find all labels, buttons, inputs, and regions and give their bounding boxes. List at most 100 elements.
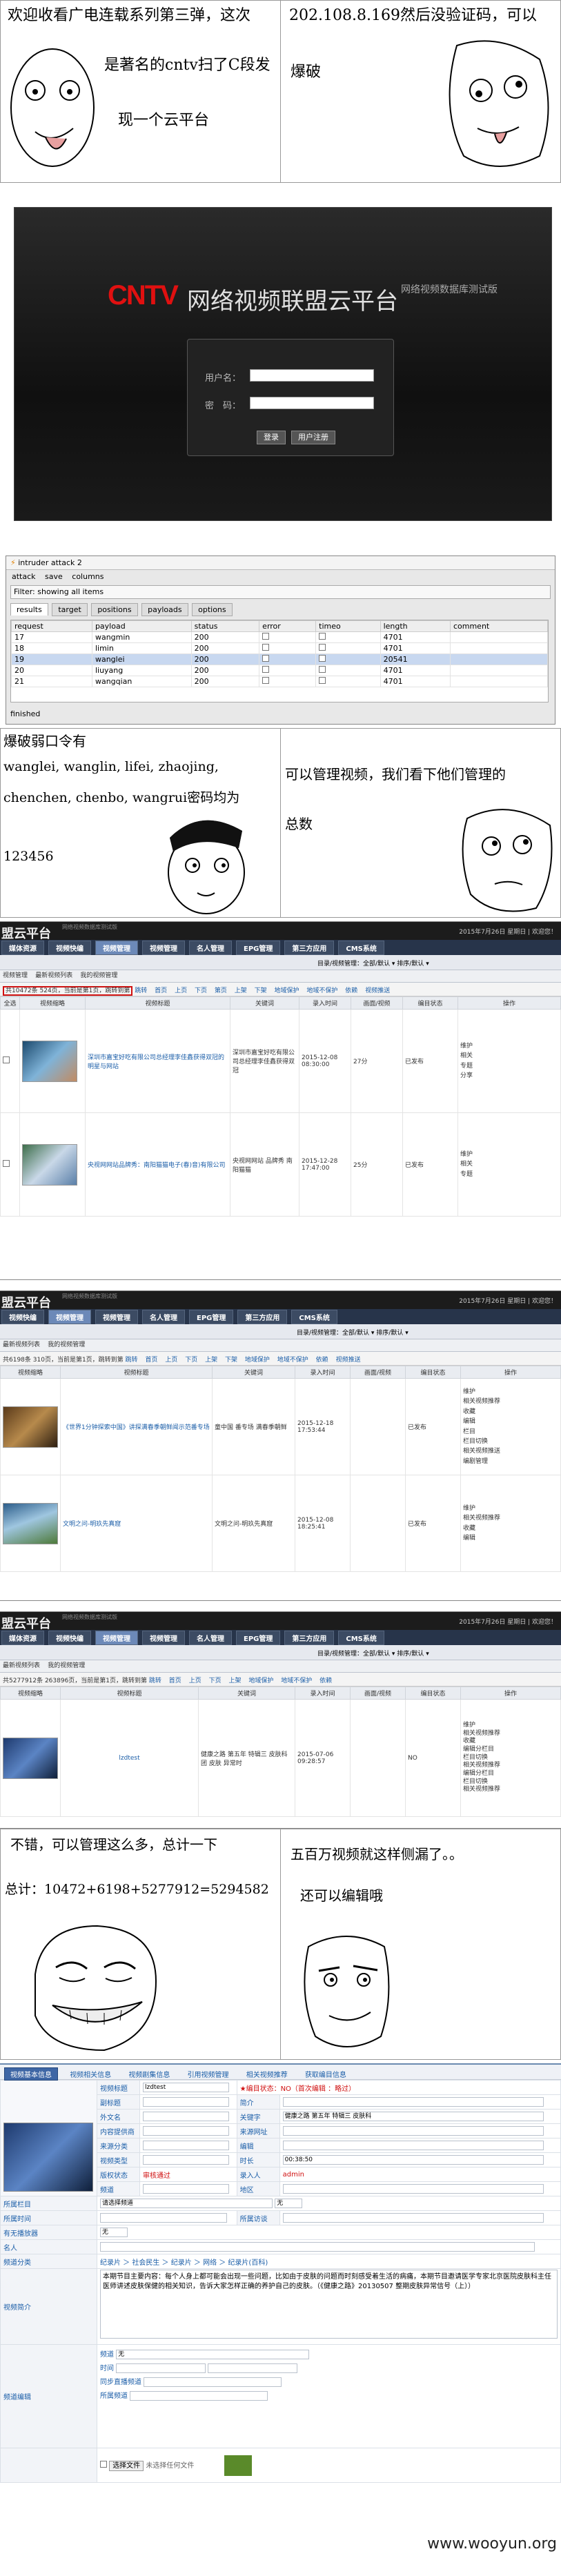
tab-reference-manage[interactable]: 引用视频管理 — [182, 2068, 235, 2080]
op-edit-column[interactable]: 编辑分栏目 — [463, 1746, 558, 1754]
program-sync-input[interactable] — [144, 2377, 282, 2387]
pager-jump[interactable]: 跳转 — [126, 1357, 138, 1364]
tab-related-info[interactable]: 视频相关信息 — [64, 2068, 117, 2080]
program-time-start[interactable] — [116, 2363, 206, 2373]
password-input[interactable] — [250, 397, 374, 409]
op-share[interactable]: 分享 — [460, 1071, 558, 1081]
op-column-switch[interactable]: 栏目切换 — [463, 1437, 558, 1446]
op-column-switch[interactable]: 栏目切换 — [463, 1754, 558, 1762]
cms-filter-text[interactable]: 目录/视频管理：全部/默认 ▾ 排序/默认 ▾ — [317, 1649, 429, 1658]
nav-cms[interactable]: CMS系统 — [291, 1309, 337, 1324]
menu-columns[interactable]: columns — [72, 572, 104, 581]
op-maintain[interactable]: 维护 — [460, 1041, 558, 1051]
nav-cms[interactable]: CMS系统 — [338, 1630, 384, 1645]
tab-options[interactable]: options — [192, 603, 233, 616]
username-input[interactable] — [250, 369, 374, 382]
video-preview[interactable] — [3, 2123, 93, 2192]
nav-quickedit[interactable]: 视频快编 — [1, 1309, 44, 1324]
op-favorite[interactable]: 收藏 — [463, 1524, 558, 1533]
op-related-3[interactable]: 相关视频推荐 — [463, 1786, 558, 1794]
tab-basic-info[interactable]: 视频基本信息 — [4, 2067, 58, 2081]
pager-push[interactable]: 视频推送 — [365, 987, 390, 994]
title-input[interactable]: lzdtest — [143, 2083, 230, 2092]
register-button[interactable]: 用户注册 — [291, 431, 335, 444]
rating-select[interactable]: 无 — [100, 2228, 128, 2237]
video-title[interactable]: 《世界1分钟探索中国》讲探满春季朝鲜闻示范番专场 — [60, 1378, 213, 1475]
nav-cms[interactable]: CMS系统 — [338, 940, 384, 955]
video-thumbnail[interactable] — [3, 1406, 58, 1448]
nav-video-manage-2[interactable]: 视频管理 — [142, 940, 185, 955]
pager-region-unprotect[interactable]: 地域不保护 — [306, 987, 337, 994]
tab-latest-videos[interactable]: 最新视频列表 — [3, 1662, 40, 1669]
area-input[interactable] — [282, 2184, 544, 2194]
keyword-input[interactable]: 健康之路 第五年 特辑三 皮肤科 — [282, 2112, 544, 2121]
op-edit-column-2[interactable]: 编辑分栏目 — [463, 1770, 558, 1778]
cms-filter-text[interactable]: 目录/视频管理：全部/默认 ▾ 排序/默认 ▾ — [297, 1328, 409, 1337]
tab-my-videos[interactable]: 我的视频管理 — [48, 1662, 85, 1669]
op-editor-manage[interactable]: 编剧管理 — [463, 1457, 558, 1466]
table-row[interactable]: 20 liuyang 200 4701 — [11, 665, 549, 676]
tab-payloads[interactable]: payloads — [141, 603, 188, 616]
visitor-input[interactable] — [282, 2213, 544, 2223]
tab-my-videos[interactable]: 我的视频管理 — [80, 972, 117, 979]
table-row[interactable]: lzdtest 健康之路 第五年 特辑三 皮肤科团 皮肤 异常时 2015-07… — [0, 1699, 561, 1817]
op-push[interactable]: 相关视频推送 — [463, 1446, 558, 1456]
table-row[interactable]: 《世界1分钟探索中国》讲探满春季朝鲜闻示范番专场 童中国 番专场 满春季朝鲜 2… — [0, 1378, 561, 1475]
col-select-all[interactable]: 全选 — [0, 996, 20, 1010]
op-maintain[interactable]: 维护 — [463, 1387, 558, 1397]
op-column[interactable]: 栏目 — [463, 1427, 558, 1437]
pager-shelf-down[interactable]: 下架 — [225, 1357, 237, 1364]
pager-shelf-up[interactable]: 上架 — [205, 1357, 217, 1364]
pager-depend[interactable]: 依赖 — [345, 987, 357, 994]
tab-recommend[interactable]: 相关视频推荐 — [241, 2068, 293, 2080]
nav-video-manage[interactable]: 视频管理 — [95, 940, 138, 955]
pager-prev[interactable]: 上页 — [189, 1678, 201, 1684]
source-cat-input[interactable] — [143, 2141, 230, 2150]
nav-video-manage[interactable]: 视频管理 — [95, 1630, 138, 1645]
nav-quickedit[interactable]: 视频快编 — [48, 1630, 91, 1645]
table-row[interactable]: 深圳市嘉宝好吃有限公司总经理李佳鑫获得双冠的明星与网站 深圳市嘉宝好吃有限公司总… — [0, 1009, 561, 1113]
nav-third-party[interactable]: 第三方应用 — [237, 1309, 288, 1324]
op-related[interactable]: 相关视频推荐 — [463, 1397, 558, 1406]
program-channel-select[interactable]: 无 — [116, 2350, 310, 2359]
pager-depend[interactable]: 依赖 — [316, 1357, 328, 1364]
summary-textarea[interactable]: 本期节目主要内容：每个人身上都可能会出现一些问题，比如由于皮肤的问题而时刻感受着… — [100, 2270, 558, 2339]
choose-file-button[interactable]: 选择文件 — [109, 2460, 144, 2471]
pager-prev[interactable]: 上页 — [165, 1357, 177, 1364]
upload-checkbox[interactable] — [100, 2460, 107, 2468]
checkbox[interactable] — [3, 1160, 10, 1167]
tab-get-catalog[interactable]: 获取编目信息 — [299, 2068, 352, 2080]
pager-region-unprotect[interactable]: 地域不保护 — [277, 1357, 308, 1364]
pager-next[interactable]: 下页 — [185, 1357, 197, 1364]
nav-epg[interactable]: EPG管理 — [236, 1630, 281, 1645]
duration-input[interactable]: 00:38:50 — [282, 2155, 544, 2165]
tab-latest-videos[interactable]: 最新视频列表 — [3, 1341, 40, 1348]
col-error[interactable]: error — [259, 620, 317, 632]
pager-region-protect[interactable]: 地域保护 — [248, 1678, 273, 1684]
op-maintain[interactable]: 维护 — [463, 1722, 558, 1730]
pager-depend[interactable]: 依赖 — [319, 1678, 332, 1684]
video-thumbnail[interactable] — [22, 1143, 77, 1186]
col-comment[interactable]: comment — [449, 620, 549, 632]
table-row[interactable]: 文明之问-明玖先真窟 文明之问-明玖先真窟 2015-12-08 18:25:4… — [0, 1475, 561, 1572]
tab-video-manage[interactable]: 视频管理 — [3, 972, 28, 979]
menu-attack[interactable]: attack — [12, 572, 36, 581]
nav-celebrity[interactable]: 名人管理 — [189, 1630, 232, 1645]
video-thumbnail[interactable] — [3, 1737, 58, 1779]
op-column-switch-2[interactable]: 栏目切换 — [463, 1778, 558, 1787]
nav-media[interactable]: 媒体资源 — [1, 1630, 44, 1645]
tag-input[interactable] — [100, 2242, 535, 2252]
tab-episode-info[interactable]: 视频剧集信息 — [123, 2068, 175, 2080]
op-topic[interactable]: 专题 — [460, 1170, 558, 1179]
nav-epg[interactable]: EPG管理 — [236, 940, 281, 955]
pager-first[interactable]: 首页 — [155, 987, 167, 994]
pager-region-unprotect[interactable]: 地域不保护 — [281, 1678, 312, 1684]
login-button[interactable]: 登录 — [257, 431, 286, 444]
op-topic[interactable]: 专题 — [460, 1061, 558, 1071]
program-time-end[interactable] — [208, 2363, 298, 2373]
pager-prev[interactable]: 上页 — [175, 987, 187, 994]
table-row[interactable]: 17 wangmin 200 4701 — [11, 631, 549, 643]
op-related[interactable]: 相关 — [460, 1051, 558, 1061]
pager-first[interactable]: 首页 — [145, 1357, 157, 1364]
pager-shelf-up[interactable]: 上架 — [228, 1678, 241, 1684]
